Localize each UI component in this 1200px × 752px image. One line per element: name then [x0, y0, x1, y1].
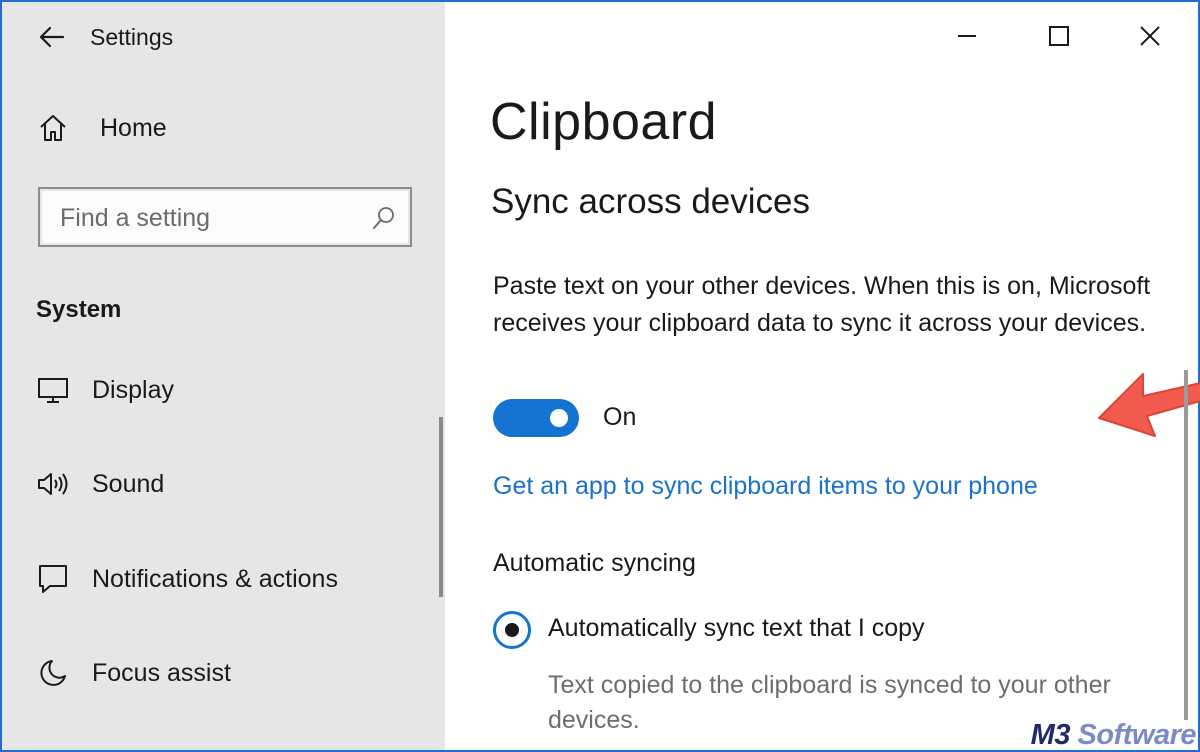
- back-arrow-icon: [39, 26, 65, 48]
- maximize-button[interactable]: [1037, 14, 1081, 58]
- section-label-system: System: [36, 296, 122, 323]
- sync-description: Paste text on your other devices. When t…: [493, 272, 1151, 337]
- minimize-button[interactable]: [945, 14, 989, 58]
- back-button[interactable]: [34, 20, 70, 54]
- sidebar-item-label: Display: [92, 375, 174, 404]
- watermark-part2: Software: [1069, 719, 1197, 751]
- page-title: Clipboard: [490, 93, 718, 151]
- auto-sync-radio-label[interactable]: Automatically sync text that I copy: [548, 614, 925, 643]
- toggle-knob: [550, 409, 568, 427]
- search-input[interactable]: Find a setting: [38, 187, 412, 247]
- app-title: Settings: [90, 24, 174, 50]
- search-placeholder: Find a setting: [60, 204, 211, 232]
- toggle-state-label: On: [603, 403, 637, 431]
- search-icon[interactable]: [370, 204, 398, 232]
- watermark-part1: M3: [1030, 719, 1071, 751]
- minimize-icon: [958, 35, 976, 37]
- section-heading-sync: Sync across devices: [491, 182, 811, 221]
- sidebar-item-label: Sound: [92, 469, 165, 498]
- sidebar-item-label: Notifications & actions: [92, 564, 338, 593]
- sidebar-item-notifications[interactable]: Notifications & actions: [2, 549, 442, 609]
- sidebar-item-focus-assist[interactable]: Focus assist: [2, 643, 442, 703]
- sidebar-item-label: Focus assist: [92, 658, 231, 687]
- monitor-icon: [36, 373, 70, 407]
- sidebar-item-home[interactable]: Home: [2, 98, 442, 158]
- home-icon: [36, 111, 70, 145]
- sidebar-scrollbar[interactable]: [439, 417, 443, 597]
- sidebar-item-sound[interactable]: Sound: [2, 454, 442, 514]
- notification-icon: [36, 562, 70, 596]
- watermark-logo: M3 Software: [1030, 719, 1197, 752]
- sidebar-item-label: Home: [100, 113, 167, 142]
- moon-icon: [36, 656, 70, 690]
- sync-toggle[interactable]: [493, 399, 579, 437]
- close-icon: [1140, 26, 1160, 46]
- speaker-icon: [36, 467, 70, 501]
- maximize-icon: [1049, 26, 1069, 46]
- radio-selected-dot: [505, 623, 519, 637]
- main-content: Clipboard Sync across devices Paste text…: [445, 2, 1200, 750]
- auto-sync-radio[interactable]: [493, 611, 531, 649]
- close-button[interactable]: [1128, 14, 1172, 58]
- sidebar: Settings Home Find a setting System Disp…: [2, 2, 445, 750]
- section-heading-auto-sync: Automatic syncing: [493, 549, 696, 577]
- main-scrollbar[interactable]: [1184, 370, 1188, 720]
- get-app-link[interactable]: Get an app to sync clipboard items to yo…: [493, 472, 1038, 501]
- sidebar-item-display[interactable]: Display: [2, 360, 442, 420]
